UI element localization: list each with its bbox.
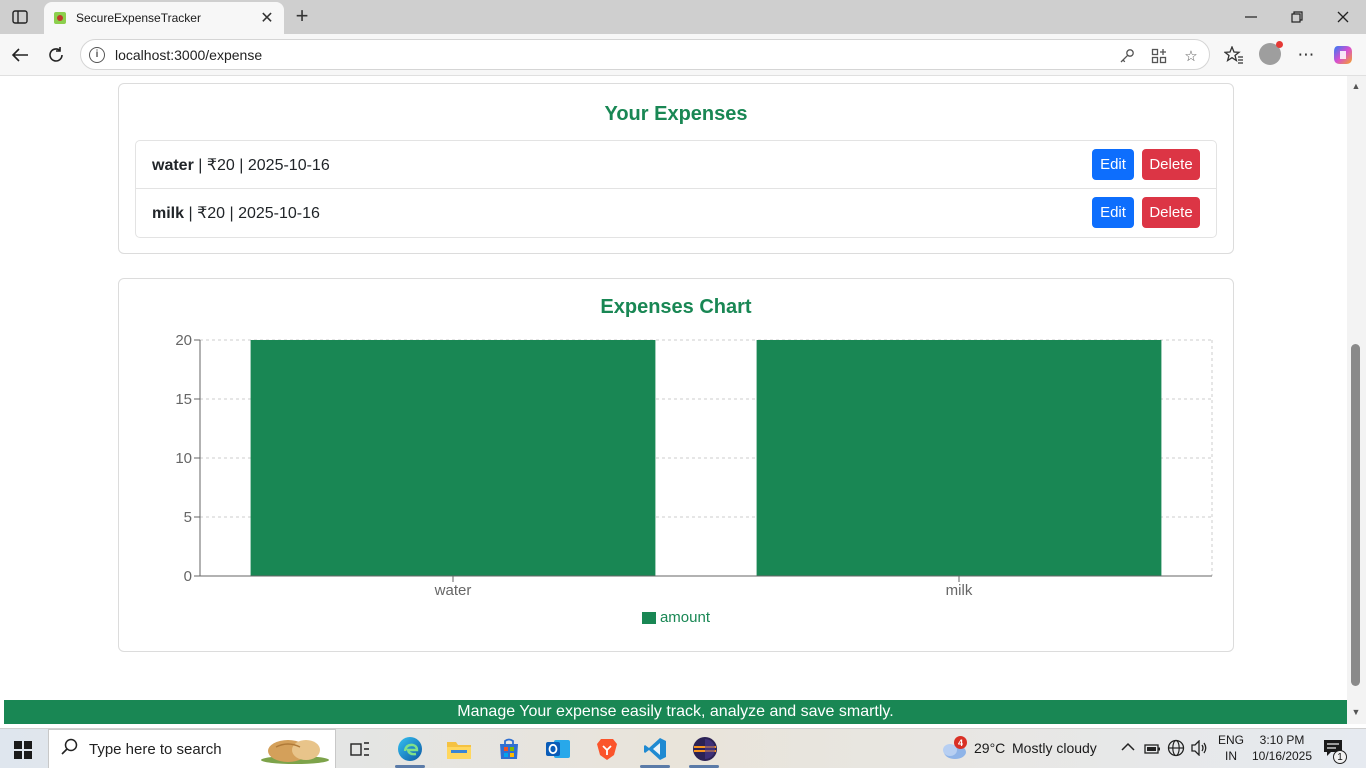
page-content: Your Expenses water | ₹20 | 2025-10-16 E… [4, 76, 1347, 724]
file-explorer-icon[interactable] [445, 735, 473, 763]
delete-button[interactable]: Delete [1142, 149, 1200, 180]
taskbar: Type here to search 4 29°C Mostly cloudy [0, 728, 1366, 768]
network-globe-icon[interactable] [1167, 739, 1185, 762]
chart-bar [250, 340, 656, 576]
footer: Manage Your expense easily track, analyz… [4, 700, 1347, 724]
chart-legend[interactable]: amount [119, 609, 1233, 626]
battery-icon[interactable] [1144, 742, 1162, 760]
clock-date[interactable]: 10/16/2025 [1250, 749, 1314, 763]
expense-details: | ₹20 | 2025-10-16 [184, 205, 320, 222]
url-text[interactable]: localhost:3000/expense [115, 47, 262, 63]
page-scrollbar[interactable]: ▲ ▼ [1347, 76, 1366, 724]
edge-browser-icon[interactable] [396, 735, 424, 763]
language-region[interactable]: IN [1214, 749, 1248, 763]
expense-text: water | ₹20 | 2025-10-16 [152, 155, 330, 175]
x-tick-label: water [434, 582, 472, 599]
legend-swatch [641, 611, 656, 624]
microsoft-store-icon[interactable] [495, 735, 523, 763]
refresh-icon[interactable] [43, 42, 69, 68]
edit-button[interactable]: Edit [1092, 149, 1134, 180]
more-options-icon[interactable]: ⋯ [1294, 43, 1318, 67]
app-install-icon[interactable] [1150, 47, 1168, 65]
eclipse-ide-icon[interactable] [691, 735, 719, 763]
chart-bar [756, 340, 1162, 576]
weather-badge: 4 [954, 736, 967, 749]
close-window-icon[interactable] [1320, 0, 1366, 34]
language-code[interactable]: ENG [1214, 733, 1248, 747]
task-view-icon[interactable] [346, 735, 374, 763]
tab-title: SecureExpenseTracker [76, 11, 201, 25]
restore-icon[interactable] [1274, 0, 1320, 34]
search-placeholder: Type here to search [89, 740, 222, 758]
y-tick-label: 20 [175, 332, 192, 349]
y-tick-label: 0 [184, 568, 192, 585]
new-tab-icon[interactable]: + [290, 4, 314, 28]
profile-avatar[interactable] [1259, 41, 1283, 65]
vscode-icon[interactable] [641, 735, 669, 763]
expense-list: water | ₹20 | 2025-10-16 Edit Delete mil… [135, 140, 1217, 238]
footer-text: Manage Your expense easily track, analyz… [457, 703, 894, 720]
expenses-bar-chart: 0 5 10 15 20 water milk [175, 332, 1213, 599]
list-item: milk | ₹20 | 2025-10-16 Edit Delete [136, 189, 1216, 237]
browser-toolbar: i localhost:3000/expense ☆ ⋯ [0, 34, 1366, 76]
sidebar-toggle-icon[interactable] [8, 5, 32, 29]
expense-name: water [152, 156, 194, 174]
expenses-card: Your Expenses water | ₹20 | 2025-10-16 E… [118, 83, 1234, 254]
y-tick-label: 15 [175, 391, 192, 408]
key-icon[interactable] [1118, 47, 1136, 65]
expense-name: milk [152, 205, 185, 222]
delete-button[interactable]: Delete [1142, 197, 1200, 228]
browser-tab-bar: SecureExpenseTracker ✕ + [0, 0, 1366, 34]
y-tick-label: 10 [175, 450, 192, 467]
favorites-icon[interactable] [1222, 43, 1246, 67]
scroll-down-icon[interactable]: ▼ [1350, 706, 1362, 718]
x-tick-label: milk [946, 582, 973, 599]
weather-description[interactable]: Mostly cloudy [1012, 740, 1097, 756]
scroll-up-icon[interactable]: ▲ [1350, 80, 1362, 92]
minimize-icon[interactable] [1228, 0, 1274, 34]
back-arrow-icon[interactable] [7, 42, 33, 68]
site-info-icon[interactable]: i [89, 46, 105, 63]
temperature-text[interactable]: 29°C [974, 740, 1005, 756]
chart-card: Expenses Chart 0 5 10 15 20 water milk amount [118, 278, 1234, 652]
tab-close-icon[interactable]: ✕ [258, 9, 276, 27]
edit-button[interactable]: Edit [1092, 197, 1134, 228]
notification-count: 1 [1333, 750, 1347, 764]
expenses-title: Your Expenses [604, 103, 748, 125]
browser-tab[interactable]: SecureExpenseTracker ✕ [44, 2, 284, 34]
outlook-icon[interactable] [544, 735, 572, 763]
clock-time[interactable]: 3:10 PM [1250, 733, 1314, 747]
site-favicon-icon [54, 12, 66, 24]
y-tick-label: 5 [184, 509, 192, 526]
expense-text: milk | ₹20 | 2025-10-16 [152, 203, 320, 223]
search-highlight-bread-icon [261, 740, 329, 764]
chevron-up-icon[interactable] [1121, 739, 1135, 755]
expense-details: | ₹20 | 2025-10-16 [193, 156, 330, 174]
volume-icon[interactable] [1191, 739, 1209, 761]
search-icon [61, 738, 79, 761]
favorite-star-icon[interactable]: ☆ [1182, 47, 1200, 65]
windows-start-icon[interactable] [14, 741, 32, 759]
address-bar[interactable]: i localhost:3000/expense ☆ [80, 39, 1210, 70]
legend-label: amount [659, 609, 711, 626]
list-item: water | ₹20 | 2025-10-16 Edit Delete [136, 141, 1216, 189]
brave-browser-icon[interactable] [593, 735, 621, 763]
scroll-thumb[interactable] [1351, 344, 1360, 686]
copilot-icon[interactable] [1331, 43, 1355, 67]
